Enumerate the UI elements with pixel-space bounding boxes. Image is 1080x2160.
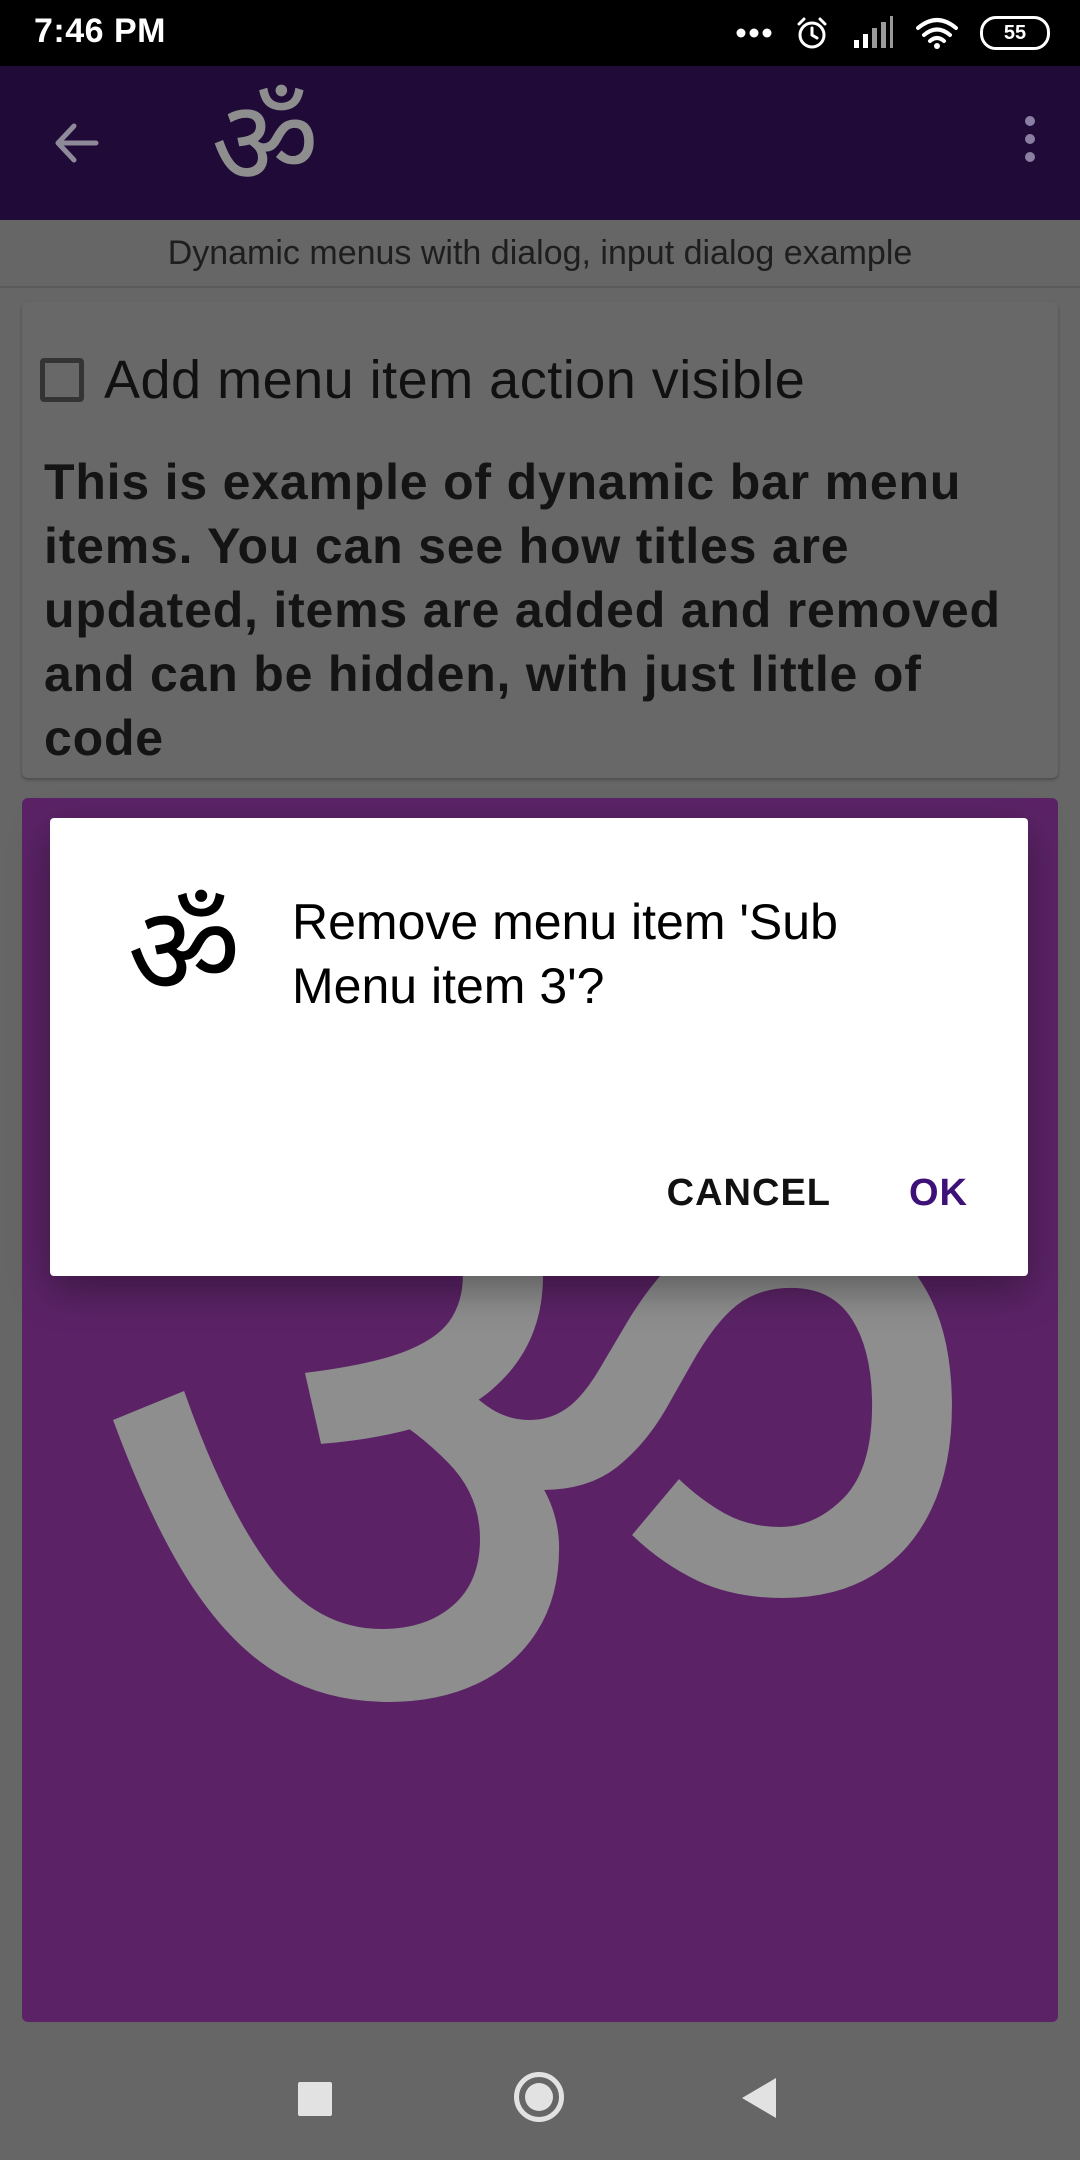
ok-button[interactable]: OK [909,1164,968,1223]
status-time: 7:46 PM [34,12,166,50]
status-bar: 7:46 PM 55 [0,0,1080,66]
checkbox-label[interactable]: Add menu item action visible [104,349,805,411]
confirm-dialog: ॐ Remove menu item 'Sub Menu item 3'? CA… [50,818,1028,1276]
page-subtitle: Dynamic menus with dialog, input dialog … [0,220,1080,288]
content-card: Add menu item action visible This is exa… [22,302,1058,778]
dialog-title: Remove menu item 'Sub Menu item 3'? [292,894,838,1014]
dialog-actions: CANCEL OK [667,1158,968,1228]
battery-icon: 55 [980,16,1050,50]
om-logo-icon: ॐ [211,74,319,212]
system-nav-bar [0,2040,1080,2160]
status-icons: 55 [736,10,1050,56]
om-dialog-icon: ॐ [127,880,241,1024]
more-dots-icon [736,28,772,38]
alarm-icon [797,17,827,49]
add-menu-item-checkbox[interactable] [40,358,84,402]
home-icon[interactable] [514,2072,564,2122]
add-menu-item-checkbox-row[interactable]: Add menu item action visible [40,350,805,410]
description-text: This is example of dynamic bar menu item… [44,454,1001,766]
app-bar: ॐ [0,66,1080,220]
recents-icon[interactable] [298,2082,332,2116]
back-icon[interactable] [742,2078,776,2118]
wifi-icon [916,18,958,49]
cancel-button[interactable]: CANCEL [667,1164,831,1223]
back-button[interactable] [44,110,110,176]
back-arrow-icon [55,123,99,163]
signal-icon [854,16,893,48]
overflow-menu-icon[interactable] [1010,116,1050,176]
